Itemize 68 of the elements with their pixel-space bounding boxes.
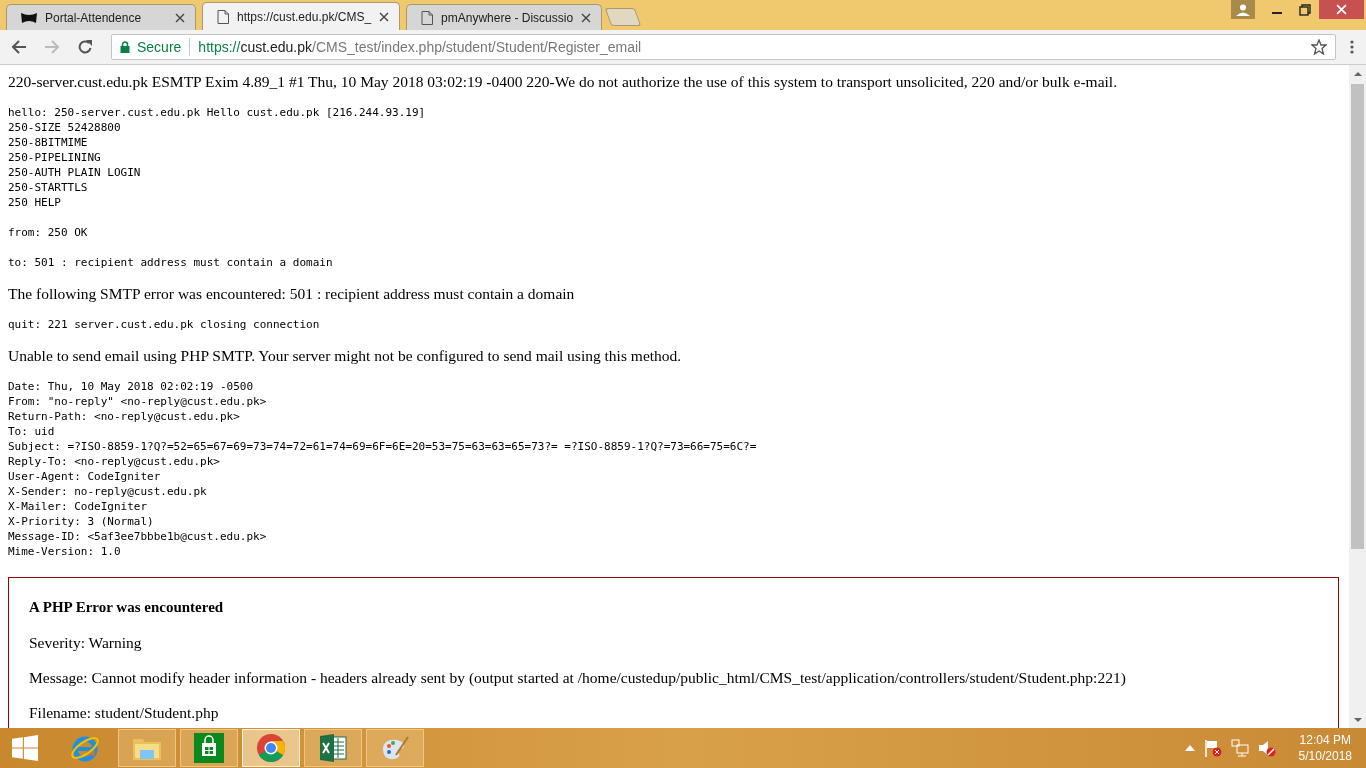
- log-line: 250-STARTTLS: [8, 180, 89, 195]
- error-detail: Severity: Warning: [29, 634, 143, 652]
- log-line: hello: 250-server.cust.edu.pk Hello cust.edu.pk [216.244.93.19]: [8, 105, 427, 120]
- show-hidden-icons-icon[interactable]: [1184, 745, 1195, 751]
- log-line: To: uid: [8, 424, 56, 439]
- windows-start-icon[interactable]: [12, 735, 38, 761]
- reload-icon[interactable]: [77, 39, 93, 55]
- error-detail: Filename: student/Student.php: [29, 704, 220, 722]
- message-text: Unable to send email using PHP SMTP. Your server might not be configured to send mail using this method.: [8, 347, 683, 365]
- log-line: X-Mailer: CodeIgniter: [8, 499, 149, 514]
- scrollbar[interactable]: [1349, 65, 1366, 728]
- close-button[interactable]: [1319, 0, 1364, 19]
- log-line: quit: 221 server.cust.edu.pk closing connection: [8, 317, 321, 332]
- restore-icon: [1299, 3, 1311, 16]
- log-line: 250-PIPELINING: [8, 150, 102, 165]
- log-line: 250-8BITMIME: [8, 135, 89, 150]
- palette-icon[interactable]: [366, 729, 424, 767]
- message-text: The following SMTP error was encountered: 501 : recipient address must contain a domain: [8, 285, 576, 303]
- person-icon: [1236, 3, 1250, 16]
- url-text: https://cust.edu.pk/CMS_test/index.php/student/Student/Register_email: [198, 39, 643, 55]
- log-line: from: 250 OK: [8, 225, 89, 240]
- browser-tab[interactable]: Portal-Attendence: [6, 4, 196, 30]
- scroll-down-icon[interactable]: [1353, 717, 1362, 722]
- log-line: Subject: =?ISO-8859-1?Q?=52=65=67=69=73=74=72=61=74=69=6F=6E=20=53=75=63=63=65=73?= =?ISO-8859-1?Q?=73=66=75=6C?=: [8, 439, 758, 454]
- spreadsheet-icon[interactable]: [304, 729, 362, 767]
- speaker-muted-icon[interactable]: [1257, 739, 1276, 757]
- log-line: Message-ID: <5af3ee7bbbe1b@cust.edu.pk>: [8, 529, 268, 544]
- shopping-bag-icon[interactable]: [180, 729, 238, 767]
- log-line: X-Priority: 3 (Normal): [8, 514, 155, 529]
- error-detail: Message: Cannot modify header information - headers already sent by (output started at /home/custedup/public_html/CMS_test/application/controllers/student/Student.php:221): [29, 669, 1127, 687]
- close-icon[interactable]: [175, 12, 185, 23]
- page-icon: [217, 9, 229, 24]
- lock-icon: [120, 41, 130, 53]
- log-line: User-Agent: CodeIgniter: [8, 469, 162, 484]
- secure-label: Secure: [137, 39, 182, 55]
- log-line: to: 501 : recipient address must contain a domain: [8, 255, 334, 270]
- message-text: 220-server.cust.edu.pk ESMTP Exim 4.89_1 #1 Thu, 10 May 2018 03:02:19 -0400 220-We do not authorize the use of this system to transport unsolicited, 220 and/or bulk e-mail.: [8, 73, 1118, 91]
- tab-title: Portal-Attendence: [45, 10, 143, 25]
- clock-date: 5/10/2018: [1298, 748, 1352, 764]
- profile-button[interactable]: [1231, 0, 1255, 19]
- browser-tab[interactable]: pmAnywhere - Discussio: [406, 4, 603, 30]
- star-icon[interactable]: [1311, 39, 1327, 55]
- flag-icon[interactable]: [1203, 739, 1222, 757]
- log-line: Return-Path: <no-reply@cust.edu.pk>: [8, 409, 241, 424]
- log-line: X-Sender: no-reply@cust.edu.pk: [8, 484, 208, 499]
- log-line: 250 HELP: [8, 195, 62, 210]
- close-icon[interactable]: [581, 12, 592, 23]
- menu-icon[interactable]: [1350, 40, 1354, 54]
- chrome-icon[interactable]: [242, 729, 300, 767]
- minimize-icon: [1272, 11, 1282, 14]
- address-bar[interactable]: Secure https://cust.edu.pk/CMS_test/index.php/student/Student/Register_email: [111, 34, 1336, 60]
- browser-tab[interactable]: https://cust.edu.pk/CMS_: [202, 2, 401, 30]
- mask-icon: [21, 12, 37, 23]
- close-icon[interactable]: [379, 11, 390, 22]
- log-line: 250-AUTH PLAIN LOGIN: [8, 165, 142, 180]
- log-line: From: "no-reply" <no-reply@cust.edu.pk>: [8, 394, 268, 409]
- close-icon: [1336, 4, 1347, 15]
- error-title: A PHP Error was encountered: [29, 599, 225, 616]
- back-icon[interactable]: [11, 39, 27, 55]
- log-line: Reply-To: <no-reply@cust.edu.pk>: [8, 454, 221, 469]
- log-line: 250-SIZE 52428800: [8, 120, 122, 135]
- log-line: Date: Thu, 10 May 2018 02:02:19 -0500: [8, 379, 255, 394]
- tab-title: https://cust.edu.pk/CMS_: [237, 9, 372, 24]
- page-icon: [421, 10, 434, 25]
- log-line: Mime-Version: 1.0: [8, 544, 122, 559]
- tab-title: pmAnywhere - Discussio: [441, 10, 574, 25]
- scroll-up-icon[interactable]: [1353, 71, 1362, 76]
- clock-time: 12:04 PM: [1299, 732, 1351, 748]
